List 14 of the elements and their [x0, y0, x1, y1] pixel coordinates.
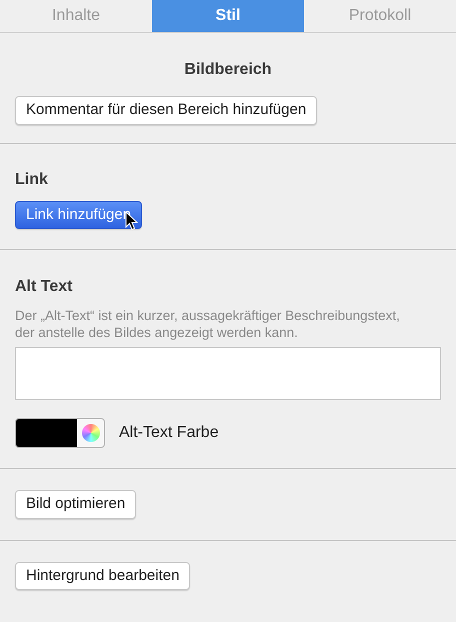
button[interactable]: Hintergrund bearbeiten [15, 562, 190, 590]
description-text: Der „Alt-Text“ ist ein kurzer, aussagekräftiger Beschreibungstext, der anstelle des Bildes angezeigt werden kann. [15, 307, 401, 341]
section-title: Alt Text [15, 277, 74, 297]
tab[interactable]: Inhalte [0, 0, 152, 32]
color-well[interactable] [15, 418, 105, 448]
color-label: Alt-Text Farbe [119, 423, 219, 443]
section-title: Link [15, 170, 49, 190]
tab[interactable]: Stil [152, 0, 304, 32]
tab[interactable]: Protokoll [304, 0, 456, 32]
alt-text-field[interactable] [15, 347, 441, 400]
section-title: Bildbereich [183, 60, 273, 80]
button[interactable]: Bild optimieren [15, 490, 136, 518]
color-wheel-icon [82, 424, 100, 442]
button[interactable]: Kommentar für diesen Bereich hinzufügen [15, 96, 318, 124]
